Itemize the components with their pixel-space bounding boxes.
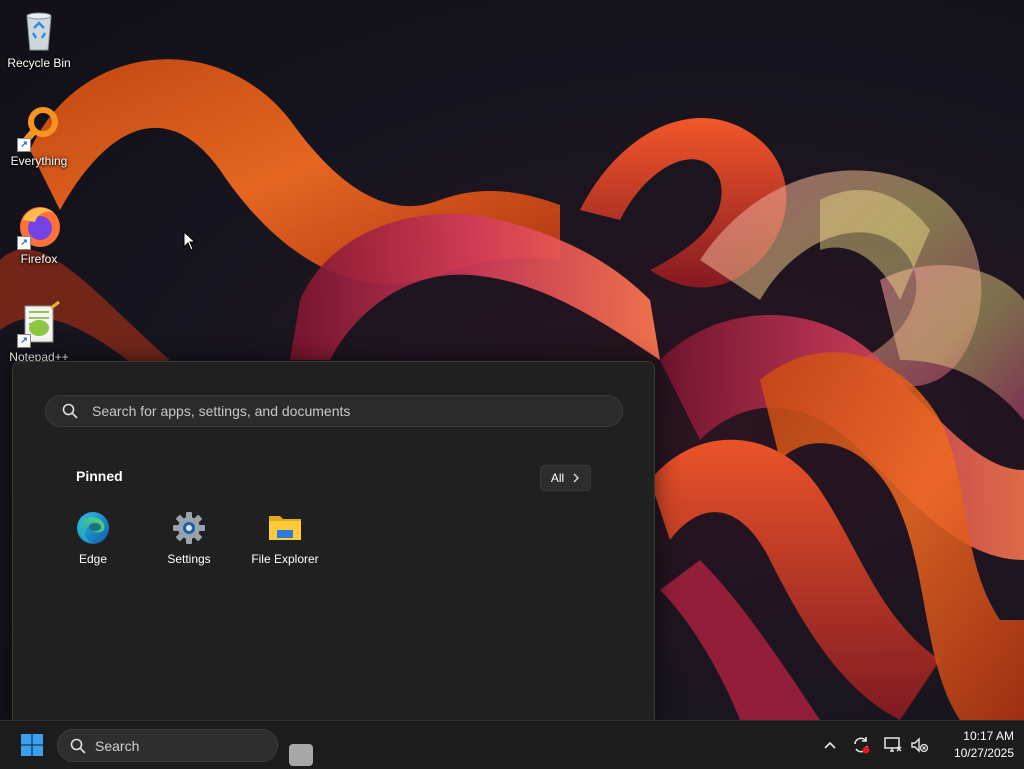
volume-muted-icon [911,737,929,753]
sync-icon [854,737,870,754]
pinned-app-file-explorer[interactable]: File Explorer [237,510,333,566]
pinned-heading: Pinned [76,468,123,484]
desktop-icon-label: Recycle Bin [7,56,71,70]
taskbar: Search 10:17 AM 10/27/2025 [0,720,1024,769]
taskbar-app-button[interactable] [289,744,313,766]
windows-logo-icon [21,734,43,756]
shortcut-arrow-icon: ↗ [17,138,31,152]
start-search-input[interactable] [90,402,594,420]
desktop-icon-recycle-bin[interactable]: Recycle Bin [0,6,78,70]
all-apps-label: All [550,471,565,485]
pinned-app-label: File Explorer [251,552,319,566]
edge-icon [75,510,111,546]
recycle-bin-icon [15,6,63,54]
network-icon [884,737,902,752]
pinned-app-label: Edge [78,552,108,566]
clock-date: 10/27/2025 [953,746,1014,760]
volume-button[interactable] [909,735,929,755]
pinned-app-edge[interactable]: Edge [45,510,141,566]
network-button[interactable] [883,735,903,755]
notepad-plus-plus-icon: ↗ [15,300,63,348]
clock-time: 10:17 AM [963,729,1014,743]
search-icon [62,403,78,419]
start-menu: Pinned All Edge [12,361,655,721]
taskbar-search-label: Search [95,737,140,754]
taskbar-search-box[interactable]: Search [57,729,278,762]
desktop-icon-firefox[interactable]: ↗ Firefox [0,202,78,266]
shortcut-arrow-icon: ↗ [17,236,31,250]
file-explorer-icon [267,510,303,546]
desktop-icon-notepad-plus-plus[interactable]: ↗ Notepad++ [0,300,78,364]
shortcut-arrow-icon: ↗ [17,334,31,348]
search-icon [70,738,86,753]
system-clock[interactable]: 10:17 AM 10/27/2025 [936,728,1014,762]
firefox-icon: ↗ [15,202,63,250]
desktop-icon-everything[interactable]: ↗ Everything [0,104,78,168]
desktop-icon-label: Firefox [20,252,58,266]
pinned-app-label: Settings [167,552,211,566]
start-search-box[interactable] [45,395,623,427]
settings-gear-icon [171,510,207,546]
all-apps-button[interactable]: All [540,465,591,491]
chevron-right-icon [573,473,580,483]
chevron-up-icon [824,741,836,749]
start-button[interactable] [16,731,48,759]
desktop-icon-label: Everything [10,154,68,168]
sync-status-button[interactable] [851,735,871,755]
show-hidden-icons-button[interactable] [820,735,840,755]
pinned-app-settings[interactable]: Settings [141,510,237,566]
everything-search-icon: ↗ [15,104,63,152]
mouse-cursor-icon [183,230,197,255]
